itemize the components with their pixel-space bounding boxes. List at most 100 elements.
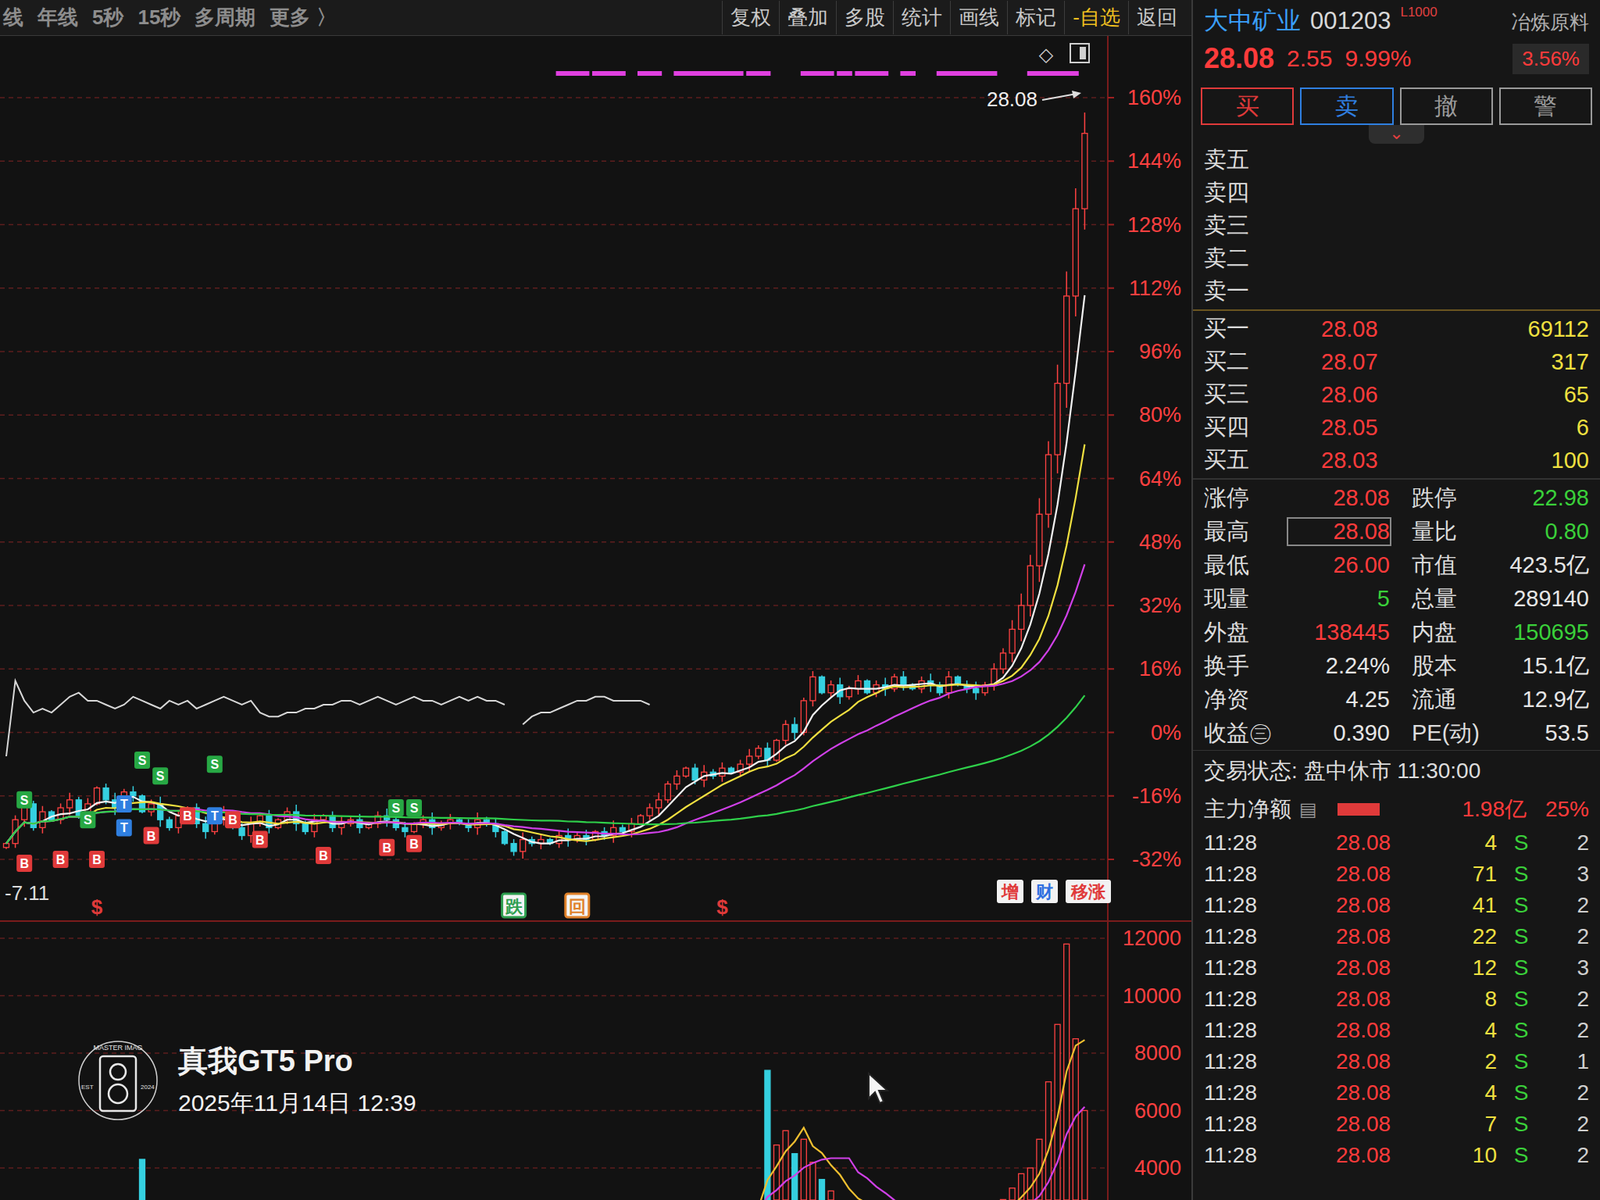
info-marker[interactable]: 财 (1031, 879, 1058, 904)
candle (864, 680, 871, 693)
signal-badge: B (378, 839, 395, 857)
tick-mark (1107, 414, 1115, 416)
tool-button[interactable]: 标记 (1007, 0, 1065, 35)
expand-icon[interactable]: ⌄ (1368, 125, 1424, 144)
tick-side: S (1496, 955, 1546, 981)
bid-row: 买五28.03100 (1192, 443, 1600, 477)
tool-button[interactable]: 叠加 (778, 0, 836, 35)
tick-time: 11:28 (1203, 1142, 1336, 1168)
badge-label: S (20, 793, 29, 808)
tool-button[interactable]: 返回 (1128, 0, 1186, 35)
badge-label: B (182, 809, 193, 823)
bid-volume: 100 (1446, 447, 1590, 474)
badge-bg (134, 751, 150, 769)
period-tab[interactable]: 年线 (37, 3, 79, 32)
badge-bg (143, 827, 160, 845)
badge-bg (116, 818, 133, 836)
grid-line (0, 604, 1108, 607)
marker-label: $ (716, 895, 729, 919)
main-flow-value: 1.98亿 (1461, 794, 1527, 825)
tick-side: S (1496, 1049, 1546, 1075)
stat-value: 5 (1288, 585, 1390, 612)
badge-label: S (83, 813, 93, 827)
event-marker[interactable]: 跌 (502, 893, 526, 918)
period-tab[interactable]: 多周期 (194, 3, 256, 32)
period-tab[interactable]: 5秒 (92, 3, 124, 32)
signal-badge: S (406, 799, 422, 817)
y-tick: 0% (1150, 721, 1182, 745)
tool-button[interactable]: 统计 (892, 0, 950, 35)
period-tab[interactable]: 线 (3, 3, 24, 32)
tick-mark (1107, 795, 1115, 797)
tick-mark (1107, 667, 1115, 670)
stat-label: 流通 (1411, 684, 1490, 716)
event-marker[interactable]: $ (716, 895, 729, 919)
main-flow-label: 主力净额 (1203, 794, 1292, 825)
tool-button[interactable]: 多股 (835, 0, 893, 35)
badge-label: S (138, 753, 147, 768)
tool-button[interactable]: -自选 (1064, 0, 1129, 35)
tick-mark (1107, 287, 1115, 290)
badge-bg (79, 810, 96, 829)
signal-badge: B (53, 850, 69, 868)
candle (510, 843, 517, 852)
data-level: L1000 (1400, 4, 1437, 21)
info-marker[interactable]: 增 (996, 879, 1024, 904)
ma-line (6, 564, 1085, 843)
event-marker[interactable]: $ (91, 895, 104, 919)
sector-name[interactable]: 冶炼原料 (1510, 9, 1590, 36)
trade-button[interactable]: 买 (1200, 87, 1294, 125)
candle (520, 839, 526, 852)
window-icon[interactable] (1070, 43, 1090, 63)
trade-button[interactable]: 撤 (1400, 87, 1493, 125)
period-tab[interactable]: 更多 〉 (269, 3, 336, 32)
badge-bg (406, 799, 422, 817)
tick-price: 28.08 (1335, 861, 1429, 887)
info-marker[interactable]: 移涨 (1065, 879, 1111, 904)
ask-row: 卖五 (1192, 143, 1600, 177)
event-marker[interactable]: 回 (565, 893, 590, 918)
ma-line (6, 295, 1085, 844)
tick-count: 3 (1545, 861, 1590, 887)
window-icon-bar (1079, 46, 1086, 60)
marker-box (1065, 879, 1111, 904)
signal-badge: B (143, 827, 160, 845)
badge-bg (406, 835, 422, 853)
bid-label: 买三 (1203, 378, 1322, 411)
candle (402, 827, 408, 832)
tick-time: 11:28 (1203, 1080, 1336, 1106)
badge-bg (53, 850, 69, 868)
stat-value: 53.5 (1489, 720, 1590, 747)
list-icon[interactable]: ▤ (1299, 798, 1318, 821)
candle (900, 676, 907, 685)
stat-value: 22.98 (1489, 485, 1590, 511)
marker-box (996, 879, 1024, 904)
trade-button[interactable]: 卖 (1300, 87, 1393, 125)
candle (819, 676, 825, 693)
stat-value: 150695 (1489, 619, 1590, 646)
tick-volume: 8 (1428, 986, 1497, 1012)
camera-body (100, 1056, 136, 1111)
tick-row: 11:2828.0812S3 (1192, 952, 1600, 984)
candle (810, 676, 816, 700)
tick-time: 11:28 (1203, 955, 1336, 981)
badge-bg (225, 810, 241, 829)
stat-value: 289140 (1489, 585, 1590, 612)
trade-button[interactable]: 警 (1499, 87, 1593, 125)
candle (67, 800, 73, 808)
grid-line (0, 668, 1108, 671)
tool-button[interactable]: 复权 (721, 0, 779, 35)
tool-button[interactable]: 画线 (950, 0, 1008, 35)
tick-side: S (1496, 1080, 1546, 1106)
diamond-icon[interactable]: ◇ (1039, 43, 1054, 65)
grid-line (0, 160, 1108, 163)
bid-row: 买四28.056 (1192, 410, 1600, 444)
volume-bar (1000, 1199, 1007, 1200)
tick-side: S (1496, 1017, 1546, 1043)
badge-label: B (146, 829, 157, 843)
y-tick: 160% (1127, 85, 1182, 110)
candle (755, 748, 761, 757)
period-tab[interactable]: 15秒 (137, 3, 181, 32)
volume-bar (782, 1130, 789, 1200)
signal-strip (556, 71, 590, 76)
